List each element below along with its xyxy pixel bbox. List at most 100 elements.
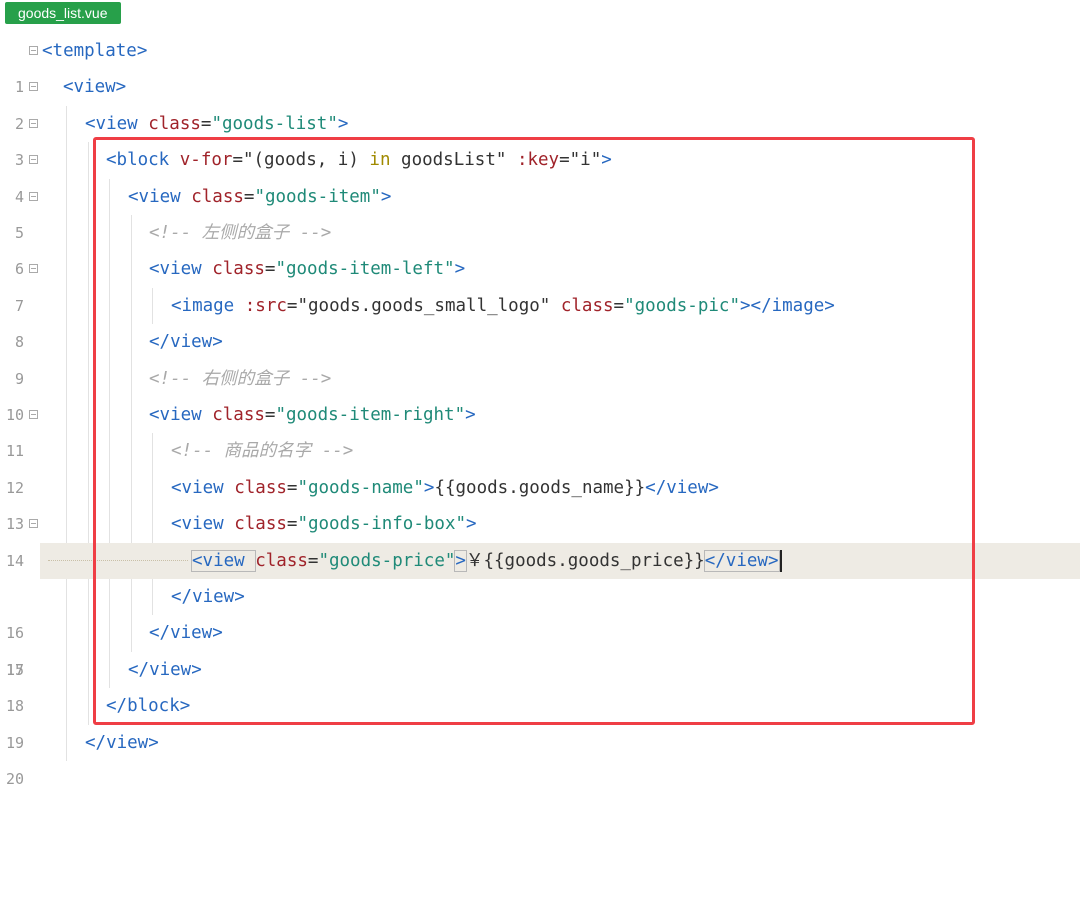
code-token: = [264,405,276,425]
code-token: </view> [149,332,223,353]
indent-guide [109,178,110,215]
code-token: > [454,549,467,572]
code-token: "goods-info-box" [297,514,467,535]
code-token: goodsList" [390,150,517,171]
indent-guide [109,287,110,325]
indent-guide [109,615,110,652]
code-line-20: 20 </view> [0,724,1080,788]
code-token: class [234,477,287,498]
indent-guide [66,178,67,215]
code-line-15-current: 15 <view class="goods-price">￥{{goods.go… [0,542,1080,679]
code-line-12: 12 <!-- 商品的名字 --> [0,433,1080,497]
fold-toggle-icon[interactable] [29,410,38,419]
indent-guide [109,506,110,543]
code-token: class [212,405,265,425]
indent-guide [131,469,132,507]
code-line-16: 16 </view> [0,579,1080,642]
code-token: "goods-list" [211,113,338,134]
code-token: > [465,405,476,425]
indent-guide [152,579,153,616]
fold-toggle-icon[interactable] [29,155,38,165]
indent-guide [66,688,67,725]
indent-guide [109,469,110,507]
indent-guide [88,215,89,252]
code-token: ="goods.goods_small_logo" [286,295,561,316]
code-token: <view [149,405,213,425]
fold-toggle-icon[interactable] [29,191,38,201]
code-token: </block> [106,696,191,717]
indent-guide [66,142,67,179]
code-token: <block [106,150,180,171]
indent-guide [109,360,110,397]
fold-toggle-icon[interactable] [29,82,38,92]
indent-guide [131,324,132,361]
code-token: <view [128,186,192,207]
code-token: = [243,186,255,207]
file-tab[interactable]: goods_list.vue [5,2,121,24]
code-line-13: 13 <view class="goods-name">{{goods.good… [0,469,1080,533]
indent-guide [88,142,89,179]
indent-guide [109,397,110,434]
code-token: </view> [85,732,159,753]
indent-guide [66,287,67,325]
code-token: "goods-item-right" [275,405,466,425]
code-token: class [212,259,265,280]
code-token: > [601,150,612,171]
code-comment: <!-- 左侧的盒子 --> [149,223,332,243]
code-token: </view> [645,477,719,498]
code-token: ></image> [740,295,835,316]
indent-guide [131,615,132,652]
indent-guide [66,251,67,288]
fold-toggle-icon[interactable] [29,519,38,529]
code-line-9: 9 </view> [0,324,1080,388]
indent-guide [88,397,89,434]
code-token: > [423,477,435,498]
code-token: = [307,550,319,571]
indent-guide [88,506,89,543]
code-token: class [191,186,244,207]
indent-guide [66,651,67,689]
code-token: = [200,113,212,134]
indent-guide [109,579,110,616]
fold-toggle-icon[interactable] [29,264,38,274]
indent-guide [66,397,67,434]
code-token: {{goods.goods_name}} [434,477,646,498]
code-comment: <!-- 右侧的盒子 --> [149,368,332,389]
code-token: :src [244,295,287,316]
code-token: <view [171,514,235,535]
code-token: "goods-name" [297,477,424,498]
indent-guide [131,433,132,470]
indent-guide [66,506,67,543]
code-line-5: 5 <view class="goods-item"> [0,178,1080,242]
text-cursor [779,549,782,572]
code-line-7: 7 <view class="goods-item-left"> [0,251,1080,315]
code-token: <view [190,549,257,572]
code-token: </view> [703,549,780,572]
code-token: = [613,295,625,316]
indent-guide [88,469,89,507]
code-line-1: 1 <template> [0,33,1080,96]
code-token: = [286,477,298,498]
code-token: "goods-pic" [624,295,740,316]
code-token: > [466,514,477,535]
code-token: > [454,259,466,280]
fold-toggle-icon[interactable] [29,46,38,55]
indent-guide [88,433,89,470]
whitespace-markers [48,559,188,562]
code-token: <view [149,259,213,280]
indent-guide [66,469,67,507]
indent-guide [152,469,153,507]
indent-guide [152,433,153,470]
code-line-4: 4 <block v-for="(goods, i) in goodsList"… [0,142,1080,206]
code-token: <view [171,477,235,498]
code-token: class [255,550,308,571]
code-token: class [148,113,201,134]
fold-toggle-icon[interactable] [29,118,38,128]
code-editor[interactable]: 1 <template> 2 <view> 3 <view class="goo… [0,33,1080,788]
indent-guide [131,579,132,616]
code-token: ="i" [559,150,602,171]
code-line-14: 14 <view class="goods-info-box"> [0,506,1080,570]
code-token: <view> [63,77,127,98]
indent-guide [109,324,110,361]
indent-guide [88,651,89,689]
